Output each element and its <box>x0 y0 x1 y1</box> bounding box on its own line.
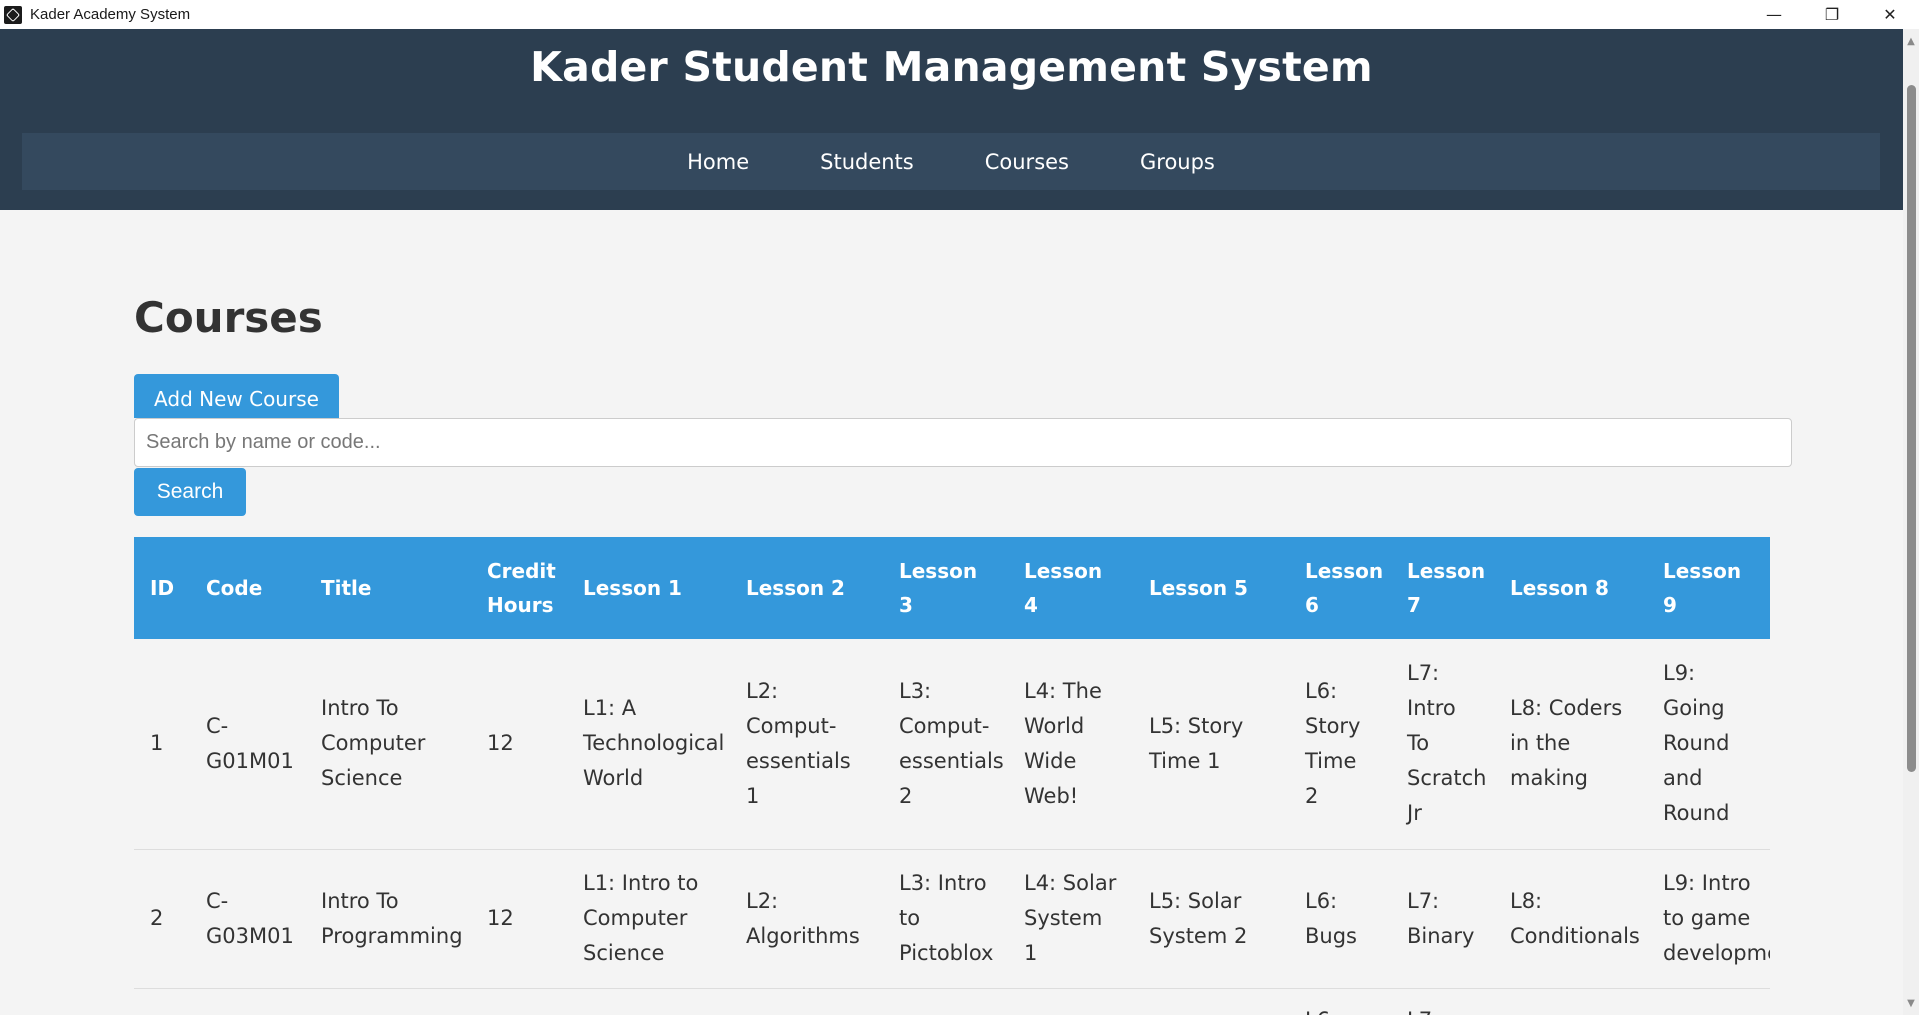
column-header-lesson-2: Lesson 2 <box>730 537 883 639</box>
column-header-lesson-7: Lesson 7 <box>1391 537 1494 639</box>
cell-lesson-1: L1: Intro to Computer Science <box>567 849 730 989</box>
column-header-title: Title <box>305 537 471 639</box>
close-button[interactable]: ✕ <box>1861 0 1919 29</box>
search-button[interactable]: Search <box>134 468 246 516</box>
cell-lesson-1: L1: A Technological World <box>567 639 730 850</box>
cell-lesson-7: L7: Binary <box>1391 849 1494 989</box>
site-title: Kader Student Management System <box>530 43 1373 91</box>
cell-code: C-G03M01 <box>190 849 305 989</box>
cell-lesson-6: L6: Bugs <box>1289 849 1391 989</box>
cell-lesson-7: L7 <box>1391 988 1494 1015</box>
cell-lesson-2: L2: Comput-essentials 1 <box>730 639 883 850</box>
restore-button[interactable]: ❐ <box>1803 0 1861 29</box>
cell-lesson-8: L8: Conditionals <box>1494 849 1647 989</box>
search-input[interactable] <box>134 418 1792 467</box>
cell-lesson-9 <box>1647 988 1770 1015</box>
window-controls: — ❐ ✕ <box>1745 0 1919 29</box>
cell-credit-hours: 12 <box>471 849 567 989</box>
cell-lesson-4: L4: The World Wide Web! <box>1008 639 1133 850</box>
scrollbar-thumb[interactable] <box>1907 85 1916 772</box>
cell-lesson-3 <box>883 988 1008 1015</box>
cell-lesson-5: L5: Story Time 1 <box>1133 639 1289 850</box>
cell-credit-hours <box>471 988 567 1015</box>
cell-title: Intro To Programming <box>305 849 471 989</box>
column-header-lesson-1: Lesson 1 <box>567 537 730 639</box>
cell-lesson-2: L2: Algorithms <box>730 849 883 989</box>
table-row[interactable]: L6 L7 <box>134 988 1770 1015</box>
vertical-scrollbar[interactable]: ▲ ▼ <box>1903 29 1919 1015</box>
cell-code: C-G01M01 <box>190 639 305 850</box>
nav-groups[interactable]: Groups <box>1140 150 1215 174</box>
main-nav: Home Students Courses Groups <box>22 133 1880 190</box>
cell-lesson-9: L9: Intro to game development <box>1647 849 1770 989</box>
cell-title <box>305 988 471 1015</box>
page-title: Courses <box>134 293 323 342</box>
cell-lesson-5: L5: Solar System 2 <box>1133 849 1289 989</box>
column-header-credit-hours: Credit Hours <box>471 537 567 639</box>
scroll-up-arrow-icon[interactable]: ▲ <box>1903 31 1919 51</box>
add-course-button[interactable]: Add New Course <box>134 374 339 418</box>
nav-home[interactable]: Home <box>687 150 749 174</box>
cell-title: Intro To Computer Science <box>305 639 471 850</box>
site-header: Kader Student Management System Home Stu… <box>0 29 1903 210</box>
cell-id <box>134 988 190 1015</box>
column-header-lesson-8: Lesson 8 <box>1494 537 1647 639</box>
courses-table: ID Code Title Credit Hours Lesson 1 Less… <box>134 537 1770 1015</box>
cell-lesson-2 <box>730 988 883 1015</box>
cell-lesson-8 <box>1494 988 1647 1015</box>
cell-code <box>190 988 305 1015</box>
cell-lesson-3: L3: Intro to Pictoblox <box>883 849 1008 989</box>
cell-lesson-4: L4: Solar System 1 <box>1008 849 1133 989</box>
table-row[interactable]: 2 C-G03M01 Intro To Programming 12 L1: I… <box>134 849 1770 989</box>
minimize-button[interactable]: — <box>1745 0 1803 29</box>
cell-lesson-5 <box>1133 988 1289 1015</box>
cell-id: 2 <box>134 849 190 989</box>
app-icon <box>4 5 22 24</box>
column-header-lesson-6: Lesson 6 <box>1289 537 1391 639</box>
cell-lesson-3: L3: Comput-essentials 2 <box>883 639 1008 850</box>
column-header-code: Code <box>190 537 305 639</box>
table-row[interactable]: 1 C-G01M01 Intro To Computer Science 12 … <box>134 639 1770 850</box>
cell-lesson-9: L9: Going Round and Round <box>1647 639 1770 850</box>
column-header-lesson-3: Lesson 3 <box>883 537 1008 639</box>
nav-students[interactable]: Students <box>820 150 914 174</box>
window-title: Kader Academy System <box>30 6 191 23</box>
scroll-down-arrow-icon[interactable]: ▼ <box>1903 993 1919 1013</box>
column-header-id: ID <box>134 537 190 639</box>
cell-lesson-8: L8: Coders in the making <box>1494 639 1647 850</box>
table-header-row: ID Code Title Credit Hours Lesson 1 Less… <box>134 537 1770 639</box>
cell-lesson-7: L7: Intro To Scratch Jr <box>1391 639 1494 850</box>
cell-lesson-6: L6: Story Time 2 <box>1289 639 1391 850</box>
cell-credit-hours: 12 <box>471 639 567 850</box>
column-header-lesson-4: Lesson 4 <box>1008 537 1133 639</box>
window-titlebar: Kader Academy System — ❐ ✕ <box>0 0 1919 29</box>
cell-lesson-1 <box>567 988 730 1015</box>
courses-table-container: ID Code Title Credit Hours Lesson 1 Less… <box>134 537 1770 1015</box>
column-header-lesson-9: Lesson 9 <box>1647 537 1770 639</box>
cell-id: 1 <box>134 639 190 850</box>
column-header-lesson-5: Lesson 5 <box>1133 537 1289 639</box>
nav-courses[interactable]: Courses <box>985 150 1069 174</box>
cell-lesson-4 <box>1008 988 1133 1015</box>
cell-lesson-6: L6 <box>1289 988 1391 1015</box>
